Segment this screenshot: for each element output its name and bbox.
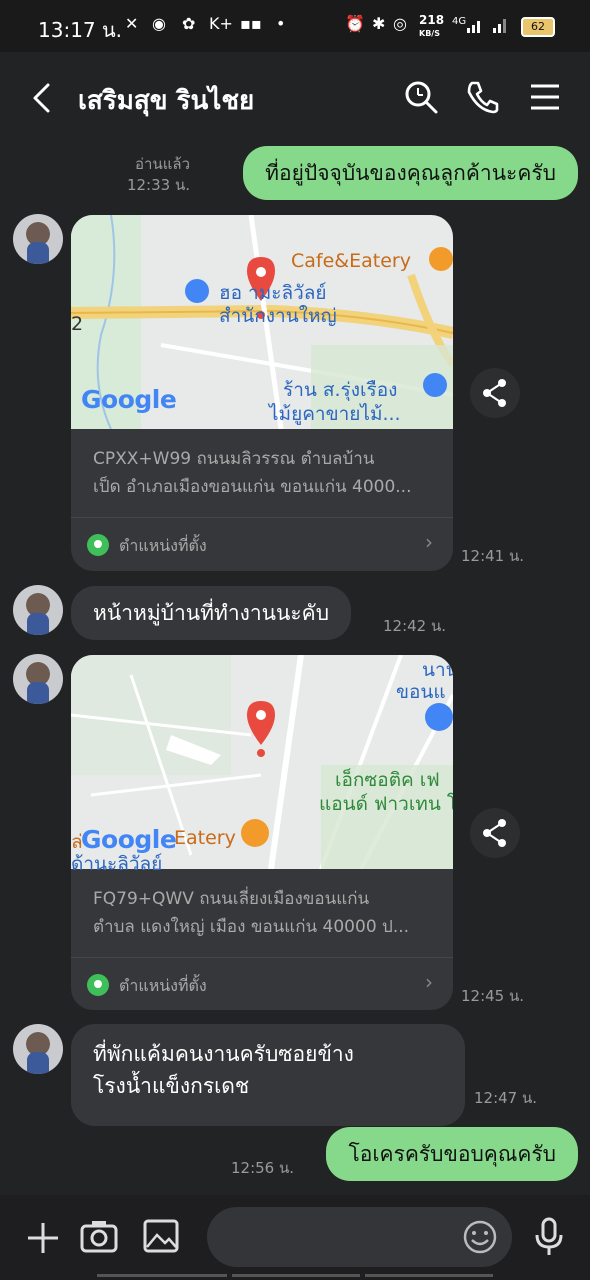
map-label: ขอนแ [396, 681, 446, 703]
message-time: 12:33 น. [126, 176, 190, 194]
avatar[interactable] [13, 654, 63, 704]
nav-indicator [365, 1274, 493, 1277]
location-label: ตำแหน่งที่ตั้ง [119, 536, 207, 555]
bluetooth-icon: ✱ [372, 14, 386, 33]
avatar[interactable] [13, 585, 63, 635]
avatar[interactable] [13, 1024, 63, 1074]
location-card[interactable]: Cafe&Eatery ฮอ ามะลิวัลย์ สำนักงานใหญ่ 2… [71, 215, 453, 571]
message-text: โอเครครับขอบคุณครับ [348, 1142, 556, 1166]
location-pin-icon [87, 974, 109, 996]
map-label: 2 [71, 313, 84, 335]
kplus-app-icon: K+ [209, 14, 233, 33]
avatar[interactable] [13, 214, 63, 264]
map-label: Cafe&Eatery [291, 250, 411, 272]
net-speed-unit: KB/S [419, 29, 440, 38]
map-label: Eatery [174, 827, 236, 849]
message-time: 12:56 น. [231, 1159, 295, 1177]
emoji-icon[interactable] [463, 1220, 497, 1254]
message-meta: อ่านแล้ว 12:33 น. [127, 154, 190, 196]
message-time: 12:42 น. [383, 617, 447, 635]
map-label: แอนด์ ฟาวเทน โ [319, 793, 453, 815]
status-bar: 13:17 น. ✕ ◉ ✿ K+ ▪▪ • ⏰ ✱ ◎ 218 KB/S 4G… [0, 0, 590, 52]
message-text: หน้าหมู่บ้านที่ทำงานนะคับ [93, 601, 330, 625]
signal-icon [467, 19, 506, 33]
location-address: CPXX+W99 ถนนมลิวรรณ ตำบลบ้าน เป็ด อำเภอเ… [93, 445, 438, 501]
more-notifications-icon: • [276, 14, 286, 33]
address-line: CPXX+W99 ถนนมลิวรรณ ตำบลบ้าน [93, 449, 375, 469]
system-nav-bar [0, 1274, 590, 1280]
location-pin-icon [87, 534, 109, 556]
chevron-right-icon: › [425, 530, 433, 554]
phone-call-icon[interactable] [466, 80, 500, 114]
message-input-container [207, 1207, 512, 1267]
chat-title: เสริมสุข รินไชย [78, 86, 255, 116]
nav-indicator [232, 1274, 360, 1277]
google-logo: Google [81, 385, 177, 414]
net-speed: 218 KB/S [419, 14, 444, 40]
read-receipt: อ่านแล้ว [135, 155, 190, 173]
message-bubble-outgoing[interactable]: ที่อยู่ปัจจุบันของคุณลูกค้านะครับ [243, 146, 578, 200]
chat-header: เสริมสุข รินไชย [0, 52, 590, 142]
photos-app-icon: ✿ [182, 14, 196, 33]
chevron-right-icon: › [425, 970, 433, 994]
message-text: ที่พักแค้มคนงานครับซอยข้าง [93, 1042, 354, 1066]
message-bubble-incoming[interactable]: หน้าหมู่บ้านที่ทำงานนะคับ [71, 586, 352, 640]
battery-icon: 62 [521, 17, 555, 37]
share-button[interactable] [470, 808, 520, 858]
map-label: ไม้ยูคาขายไม้... [269, 403, 401, 425]
camera-icon[interactable] [80, 1219, 118, 1253]
location-label: ตำแหน่งที่ตั้ง [119, 976, 207, 995]
location-row[interactable]: ตำแหน่งที่ตั้ง › [71, 957, 453, 1010]
plus-icon[interactable] [26, 1221, 60, 1255]
location-row[interactable]: ตำแหน่งที่ตั้ง › [71, 517, 453, 571]
microphone-icon[interactable] [534, 1217, 564, 1257]
address-line: ตำบล แดงใหญ่ เมือง ขอนแก่น 40000 ป... [93, 917, 410, 937]
location-address: FQ79+QWV ถนนเลี่ยงเมืองขอนแก่น ตำบล แดงใ… [93, 885, 438, 941]
notification-dots-icon: ▪▪ [240, 14, 262, 33]
message-bubble-incoming[interactable]: ที่พักแค้มคนงานครับซอยข้าง โรงน้ำแข็งกรเ… [71, 1024, 465, 1126]
message-text: ที่อยู่ปัจจุบันของคุณลูกค้านะครับ [265, 161, 556, 185]
message-bubble-outgoing[interactable]: โอเครครับขอบคุณครับ [326, 1127, 578, 1181]
message-time: 12:45 น. [461, 987, 525, 1005]
message-time: 12:47 น. [474, 1089, 538, 1107]
net-speed-value: 218 [419, 13, 445, 27]
google-logo: Google [81, 825, 177, 854]
search-icon[interactable] [404, 80, 438, 114]
notification-icon-1: ✕ [125, 14, 139, 33]
location-card[interactable]: นานา ขอนแ เอ็กซอติค เฟ แอนด์ ฟาวเทน โ ล่… [71, 655, 453, 1010]
share-icon [483, 379, 506, 407]
message-text: โรงน้ำแข็งกรเดช [93, 1074, 250, 1098]
location-status-icon: ◎ [393, 14, 407, 33]
back-arrow-icon[interactable] [30, 82, 54, 114]
network-type: 4G [452, 16, 467, 27]
nav-indicator [97, 1274, 227, 1277]
message-time: 12:41 น. [461, 547, 525, 565]
message-input[interactable] [227, 1217, 451, 1259]
address-line: เป็ด อำเภอเมืองขอนแก่น ขอนแก่น 4000... [93, 477, 412, 497]
share-icon [483, 819, 506, 847]
menu-icon[interactable] [530, 84, 560, 110]
alarm-icon: ⏰ [345, 14, 365, 33]
image-gallery-icon[interactable] [143, 1219, 179, 1253]
share-button[interactable] [470, 368, 520, 418]
status-time: 13:17 น. [38, 18, 123, 42]
line-app-icon: ◉ [152, 14, 166, 33]
address-line: FQ79+QWV ถนนเลี่ยงเมืองขอนแก่น [93, 889, 370, 909]
composer-bar [0, 1195, 590, 1280]
map-label: สำนักงานใหญ่ [219, 305, 337, 327]
